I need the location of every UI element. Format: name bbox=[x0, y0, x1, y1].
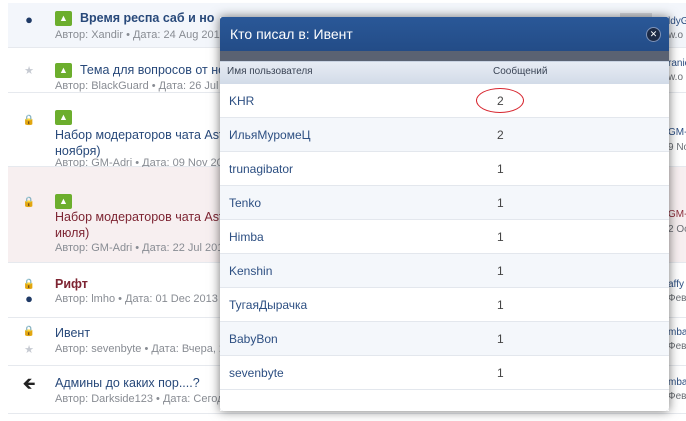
lock-icon: 🔒 bbox=[22, 326, 36, 337]
last-post-snippet[interactable]: GM-A bbox=[668, 127, 686, 138]
last-post-snippet: Фев bbox=[668, 293, 686, 304]
column-header-user: Имя пользователя bbox=[227, 66, 313, 77]
topic-title-link-cont[interactable]: ноября) bbox=[55, 144, 101, 158]
topic-title-link[interactable]: Тема для вопросов от но bbox=[80, 63, 225, 77]
post-count: 1 bbox=[497, 162, 504, 176]
topic-author-link[interactable]: lmho bbox=[91, 293, 115, 305]
pinned-up-icon: ▲ bbox=[55, 63, 72, 78]
post-count: 1 bbox=[497, 264, 504, 278]
table-row: Himba 1 bbox=[220, 220, 669, 254]
last-post-snippet: w.o bbox=[668, 30, 684, 41]
topic-title-link[interactable]: Набор модераторов чата Ast bbox=[55, 210, 222, 224]
last-post-snippet: Фев bbox=[668, 391, 686, 402]
user-link[interactable]: ИльяМуромеЦ bbox=[229, 128, 311, 142]
topic-author-link[interactable]: GM-Adri bbox=[91, 242, 132, 254]
pinned-up-icon: ▲ bbox=[55, 194, 72, 209]
unread-dot-icon: ● bbox=[25, 12, 33, 27]
dialog-header: Кто писал в: Ивент ✕ bbox=[220, 17, 669, 51]
unread-dot-icon: ● bbox=[25, 291, 33, 306]
post-count: 1 bbox=[497, 196, 504, 210]
table-row: trunagibator 1 bbox=[220, 152, 669, 186]
post-count: 1 bbox=[497, 332, 504, 346]
topic-meta: Автор: BlackGuard • Дата: 26 Jul 2 bbox=[55, 80, 228, 92]
column-header-posts: Сообщений bbox=[493, 66, 548, 77]
last-post-snippet[interactable]: mba bbox=[668, 377, 686, 388]
topic-title-link[interactable]: Ивент bbox=[55, 326, 90, 340]
who-posted-dialog: Кто писал в: Ивент ✕ Имя пользователя Со… bbox=[220, 17, 669, 411]
topic-meta: Автор: GM-Adri • Дата: 22 Jul 201 bbox=[55, 242, 224, 254]
last-post-snippet: Фев bbox=[668, 341, 686, 352]
topic-author-link[interactable]: Xandir bbox=[91, 29, 123, 41]
topic-author-link[interactable]: Darkside123 bbox=[91, 393, 153, 405]
close-icon[interactable]: ✕ bbox=[646, 27, 661, 42]
post-count: 1 bbox=[497, 230, 504, 244]
topic-title-link[interactable]: Админы до каких пор....? bbox=[55, 376, 200, 390]
lock-icon: 🔒 bbox=[22, 279, 36, 290]
table-row: ТугаяДырачка 1 bbox=[220, 288, 669, 322]
last-post-snippet: 2 Oc bbox=[668, 224, 686, 235]
last-post-snippet[interactable]: GM-A bbox=[668, 209, 686, 220]
last-post-snippet[interactable]: ldyG bbox=[668, 16, 686, 27]
topic-title-link[interactable]: Время респа саб и но bbox=[80, 11, 214, 25]
star-icon[interactable]: ★ bbox=[22, 343, 36, 356]
user-link[interactable]: ТугаяДырачка bbox=[229, 298, 307, 312]
dialog-title: Кто писал в: Ивент bbox=[230, 26, 353, 42]
topic-meta: Автор: lmho • Дата: 01 Dec 2013 bbox=[55, 293, 218, 305]
topic-author-link[interactable]: sevenbyte bbox=[91, 343, 141, 355]
topic-title-link[interactable]: Рифт bbox=[55, 277, 88, 291]
user-link[interactable]: KHR bbox=[229, 94, 254, 108]
topic-meta: Автор: Darkside123 • Дата: Сегод bbox=[55, 393, 224, 405]
post-count: 1 bbox=[497, 366, 504, 380]
user-link[interactable]: Kenshin bbox=[229, 264, 272, 278]
post-count: 1 bbox=[497, 298, 504, 312]
last-post-snippet[interactable]: ranic bbox=[668, 58, 686, 69]
topic-title-link[interactable]: Набор модераторов чата Ast bbox=[55, 128, 222, 142]
last-post-snippet: w.o bbox=[668, 72, 684, 83]
user-link[interactable]: trunagibator bbox=[229, 162, 293, 176]
lock-icon: 🔒 bbox=[22, 115, 36, 126]
star-icon[interactable]: ★ bbox=[22, 64, 36, 77]
user-link[interactable]: Himba bbox=[229, 230, 264, 244]
last-post-snippet: 9 No bbox=[668, 142, 686, 153]
table-row: Tenko 1 bbox=[220, 186, 669, 220]
topic-author-link[interactable]: BlackGuard bbox=[91, 80, 148, 92]
user-link[interactable]: sevenbyte bbox=[229, 366, 284, 380]
table-row: ИльяМуромеЦ 2 bbox=[220, 118, 669, 152]
posters-table: KHR 2 ИльяМуромеЦ 2 trunagibator 1 Tenko… bbox=[220, 84, 669, 411]
topic-meta: Автор: Xandir • Дата: 24 Aug 2013 bbox=[55, 29, 226, 41]
topic-title-link-cont[interactable]: июля) bbox=[55, 226, 89, 240]
table-row: Kenshin 1 bbox=[220, 254, 669, 288]
user-link[interactable]: Tenko bbox=[229, 196, 261, 210]
table-row: BabyBon 1 bbox=[220, 322, 669, 356]
table-row: sevenbyte 1 bbox=[220, 356, 669, 390]
table-header: Имя пользователя Сообщений bbox=[220, 61, 669, 85]
pinned-up-icon: ▲ bbox=[55, 110, 72, 125]
pinned-up-icon: ▲ bbox=[55, 11, 72, 26]
topic-meta: Автор: sevenbyte • Дата: Вчера, 2 bbox=[55, 343, 226, 355]
lock-icon: 🔒 bbox=[22, 197, 36, 208]
annotation-circle bbox=[476, 88, 524, 113]
moved-arrow-icon: 🡸 bbox=[22, 376, 36, 393]
table-row: KHR 2 bbox=[220, 84, 669, 118]
user-link[interactable]: BabyBon bbox=[229, 332, 278, 346]
last-post-snippet[interactable]: mba bbox=[668, 327, 686, 338]
last-post-snippet[interactable]: affy bbox=[668, 279, 684, 290]
post-count: 2 bbox=[497, 128, 504, 142]
